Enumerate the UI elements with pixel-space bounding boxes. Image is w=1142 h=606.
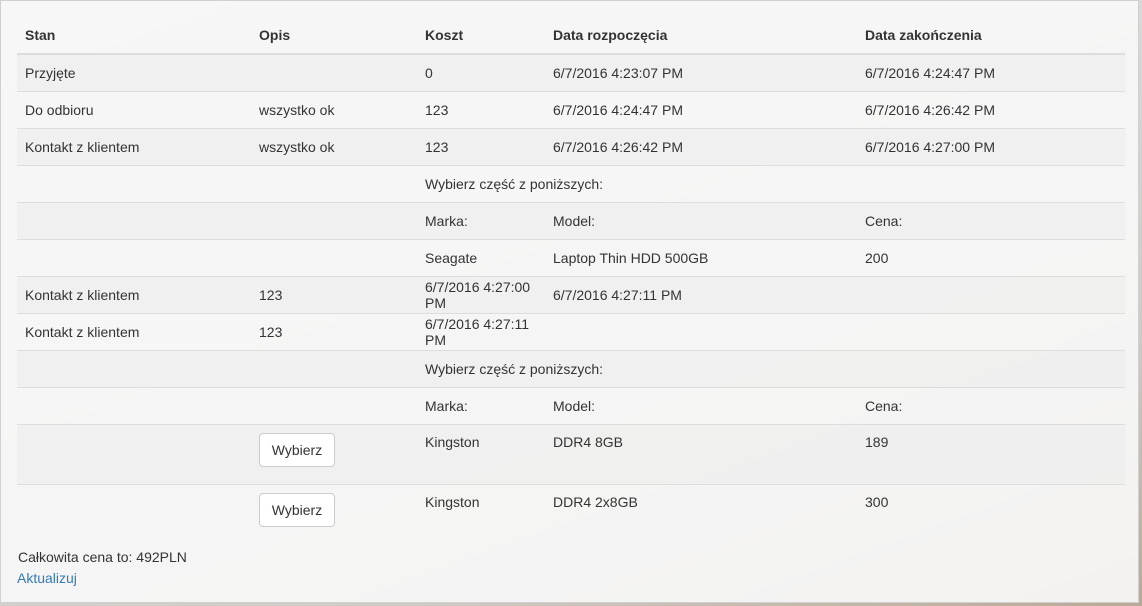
cell-koszt: 123 [417, 91, 545, 129]
part-price-header: Cena: [857, 387, 1125, 425]
cell-opis: 123 [251, 313, 417, 351]
part-price: 300 [857, 484, 1125, 544]
cell-end: 6/7/2016 4:24:47 PM [857, 53, 1125, 92]
cell-start: 6/7/2016 4:23:07 PM [545, 53, 857, 92]
table-row: Kontakt z klientem wszystko ok 123 6/7/2… [17, 128, 1125, 166]
cell-koszt: 6/7/2016 4:27:00 PM [417, 276, 545, 314]
part-model: DDR4 8GB [545, 424, 857, 485]
cell-end [857, 313, 1125, 351]
cell-start [545, 313, 857, 351]
header-stan: Stan [17, 16, 251, 55]
header-start-date: Data rozpoczęcia [545, 16, 857, 55]
part-brand: Kingston [417, 424, 545, 485]
select-part-button[interactable]: Wybierz [259, 433, 335, 467]
cell-end: 6/7/2016 4:27:00 PM [857, 128, 1125, 166]
part-brand-header: Marka: [417, 387, 545, 425]
part-model: Laptop Thin HDD 500GB [545, 239, 857, 277]
header-end-date: Data zakończenia [857, 16, 1125, 55]
total-price: Całkowita cena to: 492PLN [18, 549, 187, 565]
cell-start: 6/7/2016 4:26:42 PM [545, 128, 857, 166]
part-model: DDR4 2x8GB [545, 484, 857, 544]
cell-opis: 123 [251, 276, 417, 314]
table-row: Kontakt z klientem 123 6/7/2016 4:27:11 … [17, 313, 1125, 351]
refresh-link[interactable]: Aktualizuj [17, 570, 77, 586]
parts-prompt-row: Wybierz część z poniższych: [17, 350, 1125, 388]
table-row: Przyjęte 0 6/7/2016 4:23:07 PM 6/7/2016 … [17, 53, 1125, 92]
part-brand: Kingston [417, 484, 545, 544]
cell-stan: Przyjęte [17, 53, 251, 92]
repair-history-table: Stan Opis Koszt Data rozpoczęcia Data za… [17, 16, 1125, 544]
cell-opis [251, 53, 417, 92]
cell-end: 6/7/2016 4:26:42 PM [857, 91, 1125, 129]
parts-header-row: Marka: Model: Cena: [17, 387, 1125, 425]
cell-stan: Kontakt z klientem [17, 313, 251, 351]
table-header-row: Stan Opis Koszt Data rozpoczęcia Data za… [17, 16, 1125, 55]
header-opis: Opis [251, 16, 417, 55]
cell-opis: wszystko ok [251, 91, 417, 129]
cell-koszt: 123 [417, 128, 545, 166]
cell-stan: Do odbioru [17, 91, 251, 129]
select-part-button[interactable]: Wybierz [259, 493, 335, 527]
part-price: 189 [857, 424, 1125, 485]
repair-history-panel: Stan Opis Koszt Data rozpoczęcia Data za… [0, 0, 1139, 603]
choose-part-label: Wybierz część z poniższych: [417, 165, 1125, 203]
total-value: 492 [136, 549, 160, 565]
choose-part-label: Wybierz część z poniższych: [417, 350, 1125, 388]
cell-koszt: 0 [417, 53, 545, 92]
part-row: Wybierz Kingston DDR4 8GB 189 [17, 424, 1125, 485]
part-brand: Seagate [417, 239, 545, 277]
currency: PLN [159, 549, 187, 565]
cell-stan: Kontakt z klientem [17, 128, 251, 166]
part-price-header: Cena: [857, 202, 1125, 240]
part-row: Wybierz Kingston DDR4 2x8GB 300 [17, 484, 1125, 544]
part-row: Seagate Laptop Thin HDD 500GB 200 [17, 239, 1125, 277]
part-brand-header: Marka: [417, 202, 545, 240]
parts-header-row: Marka: Model: Cena: [17, 202, 1125, 240]
cell-koszt: 6/7/2016 4:27:11 PM [417, 313, 545, 351]
cell-stan: Kontakt z klientem [17, 276, 251, 314]
table-row: Do odbioru wszystko ok 123 6/7/2016 4:24… [17, 91, 1125, 129]
cell-end [857, 276, 1125, 314]
part-price: 200 [857, 239, 1125, 277]
part-model-header: Model: [545, 387, 857, 425]
header-koszt: Koszt [417, 16, 545, 55]
parts-prompt-row: Wybierz część z poniższych: [17, 165, 1125, 203]
cell-start: 6/7/2016 4:27:11 PM [545, 276, 857, 314]
cell-start: 6/7/2016 4:24:47 PM [545, 91, 857, 129]
table-row: Kontakt z klientem 123 6/7/2016 4:27:00 … [17, 276, 1125, 314]
total-label: Całkowita cena to: [18, 549, 133, 565]
part-model-header: Model: [545, 202, 857, 240]
cell-opis: wszystko ok [251, 128, 417, 166]
